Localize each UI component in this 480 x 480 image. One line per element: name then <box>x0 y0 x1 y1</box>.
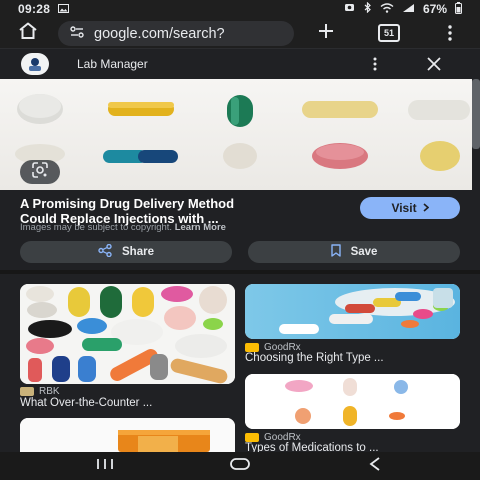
lens-button[interactable] <box>20 160 60 184</box>
wifi-icon <box>380 2 394 16</box>
tab-count: 51 <box>383 28 394 38</box>
address-bar[interactable]: google.com/search? <box>58 21 294 46</box>
alarm-icon <box>344 2 355 16</box>
related-title-2[interactable]: Choosing the Right Type ... <box>245 352 460 364</box>
chevron-right-icon <box>423 201 429 215</box>
pills-photo <box>0 79 472 190</box>
related-image-2[interactable] <box>245 284 460 339</box>
nav-home-button[interactable] <box>225 456 255 476</box>
spilled-pills-photo <box>245 284 460 339</box>
nav-home-icon <box>230 457 250 475</box>
signal-icon <box>402 2 415 16</box>
site-favicon <box>21 53 49 75</box>
status-right: 67% <box>344 1 462 17</box>
tab-switcher-button[interactable]: 51 <box>378 24 400 42</box>
battery-percent: 67% <box>422 2 447 16</box>
back-icon <box>369 456 381 476</box>
more-vert-icon[interactable] <box>440 22 460 44</box>
back-button[interactable] <box>360 456 390 476</box>
recent-apps-icon <box>95 457 115 475</box>
image-viewer-header: Lab Manager <box>0 48 480 78</box>
pill-bottle-photo <box>20 418 235 452</box>
battery-icon <box>455 1 462 17</box>
related-image-3[interactable] <box>245 374 460 429</box>
pills-assortment-photo <box>20 284 235 384</box>
gallery-notification-icon <box>58 2 70 16</box>
source-logo-1 <box>20 387 34 396</box>
related-image-4[interactable] <box>20 418 235 452</box>
learn-more-link[interactable]: Learn More <box>175 222 226 233</box>
copyright-text: Images may be subject to copyright. <box>20 222 173 233</box>
home-icon <box>17 22 39 45</box>
share-label: Share <box>122 246 154 258</box>
status-bar: 09:28 67% <box>0 0 480 18</box>
browser-toolbar: google.com/search? 51 <box>0 18 480 48</box>
scrollbar[interactable] <box>472 79 480 149</box>
section-divider <box>0 270 480 274</box>
source-logo-2 <box>245 343 259 352</box>
related-source-name-1: RBK <box>39 386 60 397</box>
home-button[interactable] <box>0 18 56 48</box>
visit-button[interactable]: Visit <box>360 197 460 219</box>
lens-icon <box>31 161 49 183</box>
url-text: google.com/search? <box>94 25 225 42</box>
visit-label: Visit <box>391 201 417 215</box>
main-image[interactable] <box>0 79 472 190</box>
close-icon[interactable] <box>424 55 444 73</box>
status-time: 09:28 <box>18 2 51 16</box>
medication-types-photo <box>245 374 460 429</box>
related-title-1[interactable]: What Over-the-Counter ... <box>20 397 235 409</box>
share-icon <box>98 243 112 260</box>
related-source-1: RBK <box>20 386 60 397</box>
android-nav-bar <box>0 452 480 480</box>
plus-icon <box>317 22 335 45</box>
recent-apps-button[interactable] <box>90 456 120 476</box>
bluetooth-icon <box>363 1 372 16</box>
copyright-notice: Images may be subject to copyright. Lear… <box>20 222 226 233</box>
bookmark-icon <box>330 244 341 260</box>
share-button[interactable]: Share <box>20 241 232 263</box>
site-info-icon[interactable] <box>70 25 84 43</box>
viewer-menu-icon[interactable] <box>368 55 382 73</box>
status-left: 09:28 <box>18 2 70 16</box>
related-image-1[interactable] <box>20 284 235 384</box>
new-tab-button[interactable] <box>314 22 338 44</box>
result-title-line1: A Promising Drug Delivery Method <box>20 196 235 211</box>
source-logo-3 <box>245 433 259 442</box>
save-button[interactable]: Save <box>248 241 460 263</box>
site-name[interactable]: Lab Manager <box>77 57 148 71</box>
save-label: Save <box>350 246 378 258</box>
